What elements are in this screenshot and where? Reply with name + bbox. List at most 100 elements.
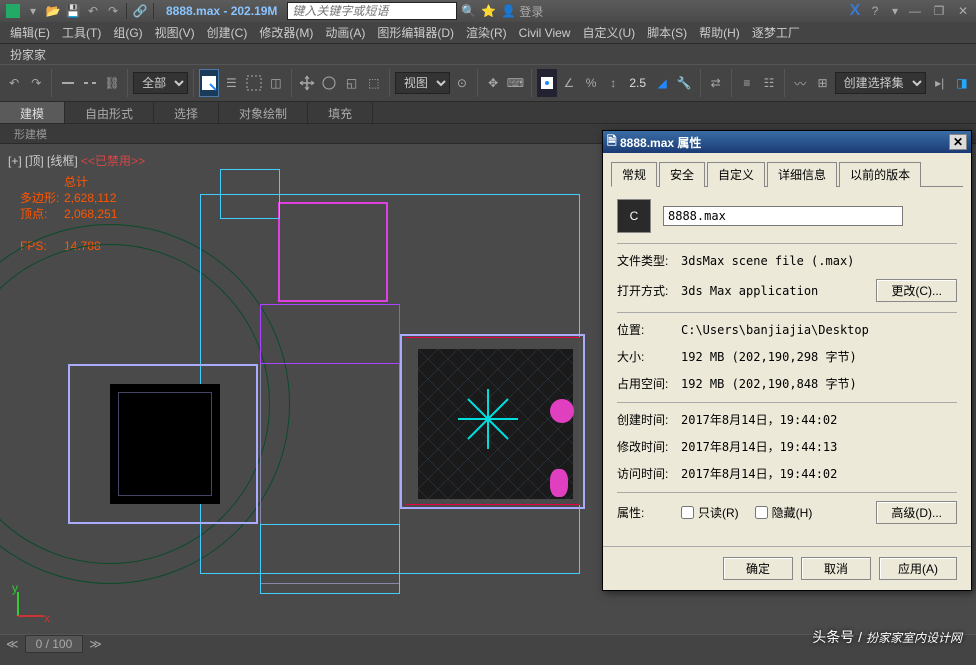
login-text[interactable]: 登录 bbox=[519, 3, 543, 20]
menu-custom[interactable]: 自定义(U) bbox=[576, 22, 641, 43]
dlg-tab-custom[interactable]: 自定义 bbox=[707, 162, 765, 187]
link-button[interactable] bbox=[57, 69, 77, 97]
hidden-checkbox[interactable]: 隐藏(H) bbox=[755, 504, 813, 521]
scale-button[interactable]: ◱ bbox=[341, 69, 361, 97]
dlg-tab-general[interactable]: 常规 bbox=[611, 162, 657, 187]
dialog-buttons: 确定 取消 应用(A) bbox=[603, 546, 971, 590]
filename-input[interactable] bbox=[663, 206, 903, 226]
dropdown-icon[interactable]: ▾ bbox=[886, 2, 904, 20]
move-button[interactable] bbox=[297, 69, 317, 97]
link-icon[interactable]: 🔗 bbox=[131, 2, 149, 20]
menu-group[interactable]: 组(G) bbox=[107, 22, 148, 43]
menu-create[interactable]: 创建(C) bbox=[201, 22, 254, 43]
menu-dream[interactable]: 逐梦工厂 bbox=[746, 22, 806, 43]
placement-button[interactable]: ⬚ bbox=[364, 69, 384, 97]
open-icon[interactable]: 📂 bbox=[44, 2, 62, 20]
tab-freeform[interactable]: 自由形式 bbox=[65, 102, 154, 123]
named-set-select[interactable]: 创建选择集 bbox=[835, 72, 926, 94]
menu-civil[interactable]: Civil View bbox=[513, 24, 577, 42]
properties-dialog: 🗎 8888.max 属性 ✕ 常规 安全 自定义 详细信息 以前的版本 C 文… bbox=[602, 130, 972, 591]
apply-button[interactable]: 应用(A) bbox=[879, 557, 957, 580]
menu-edit[interactable]: 编辑(E) bbox=[4, 22, 56, 43]
manipulate-button[interactable]: ✥ bbox=[483, 69, 503, 97]
menu-banjiajia[interactable]: 扮家家 bbox=[4, 44, 52, 65]
selection-filter[interactable]: 全部 bbox=[133, 72, 188, 94]
toolbar-end-icon[interactable]: ▸| bbox=[930, 69, 950, 97]
frame-display[interactable]: 0 / 100 bbox=[25, 635, 84, 653]
minimize-icon[interactable]: ― bbox=[906, 2, 924, 20]
window-title: 8888.max - 202.19M bbox=[166, 4, 277, 18]
location-value: C:\Users\banjiajia\Desktop bbox=[681, 323, 957, 337]
disk-value: 192 MB (202,190,848 字节) bbox=[681, 375, 957, 392]
edged-faces-button[interactable]: ◢ bbox=[652, 69, 672, 97]
align-button[interactable]: ≡ bbox=[737, 69, 757, 97]
redo-icon[interactable]: ↷ bbox=[104, 2, 122, 20]
dialog-titlebar[interactable]: 🗎 8888.max 属性 ✕ bbox=[603, 131, 971, 153]
menu-modifier[interactable]: 修改器(M) bbox=[253, 22, 319, 43]
bind-button[interactable]: ⛓ bbox=[102, 69, 122, 97]
snap-angle-button[interactable]: ∠ bbox=[559, 69, 579, 97]
menu-view[interactable]: 视图(V) bbox=[149, 22, 201, 43]
ok-button[interactable]: 确定 bbox=[723, 557, 793, 580]
undo-button[interactable]: ↶ bbox=[4, 69, 24, 97]
spinner-snap-button[interactable]: ↕ bbox=[603, 69, 623, 97]
help-icon[interactable]: ? bbox=[866, 2, 884, 20]
cancel-button[interactable]: 取消 bbox=[801, 557, 871, 580]
layer-button[interactable]: ☷ bbox=[759, 69, 779, 97]
window-crossing-button[interactable]: ◫ bbox=[266, 69, 286, 97]
change-button[interactable]: 更改(C)... bbox=[876, 279, 957, 302]
user-icon[interactable]: 👤 bbox=[499, 2, 517, 20]
undo-icon[interactable]: ↶ bbox=[84, 2, 102, 20]
favorite-icon[interactable]: ⭐ bbox=[479, 2, 497, 20]
menu-graph[interactable]: 图形编辑器(D) bbox=[371, 22, 460, 43]
schematic-button[interactable]: ⊞ bbox=[812, 69, 832, 97]
tab-modeling[interactable]: 建模 bbox=[0, 102, 65, 123]
snap-percent-button[interactable]: % bbox=[581, 69, 601, 97]
search-icon[interactable]: 🔍 bbox=[459, 2, 477, 20]
dlg-tab-details[interactable]: 详细信息 bbox=[767, 162, 837, 187]
unlink-button[interactable] bbox=[80, 69, 100, 97]
title-bar: ▾ 📂 💾 ↶ ↷ 🔗 8888.max - 202.19M 🔍 ⭐ 👤 登录 … bbox=[0, 0, 976, 22]
keyboard-button[interactable]: ⌨ bbox=[505, 69, 525, 97]
mirror-button[interactable]: ⇄ bbox=[706, 69, 726, 97]
advanced-button[interactable]: 高级(D)... bbox=[876, 501, 957, 524]
tab-select[interactable]: 选择 bbox=[154, 102, 219, 123]
rotate-button[interactable] bbox=[319, 69, 339, 97]
dialog-close-icon[interactable]: ✕ bbox=[949, 134, 967, 150]
ref-coord-select[interactable]: 视图 bbox=[395, 72, 450, 94]
menu-animation[interactable]: 动画(A) bbox=[319, 22, 371, 43]
created-value: 2017年8月14日，19:44:02 bbox=[681, 411, 957, 428]
menu-script[interactable]: 脚本(S) bbox=[641, 22, 693, 43]
subtab-polymodel[interactable]: 形建模 bbox=[4, 124, 57, 143]
viewport-drawing bbox=[60, 174, 600, 614]
search-input[interactable] bbox=[287, 2, 457, 20]
select-region-button[interactable] bbox=[244, 69, 264, 97]
save-icon[interactable]: 💾 bbox=[64, 2, 82, 20]
config-button[interactable]: 🔧 bbox=[674, 69, 694, 97]
redo-button[interactable]: ↷ bbox=[26, 69, 46, 97]
curve-editor-button[interactable]: 〰 bbox=[790, 69, 810, 97]
tab-objpaint[interactable]: 对象绘制 bbox=[219, 102, 308, 123]
pivot-button[interactable]: ⊙ bbox=[452, 69, 472, 97]
axis-gizmo[interactable]: y x bbox=[10, 584, 50, 624]
readonly-checkbox[interactable]: 只读(R) bbox=[681, 504, 739, 521]
menu-bar: 编辑(E) 工具(T) 组(G) 视图(V) 创建(C) 修改器(M) 动画(A… bbox=[0, 22, 976, 44]
select-name-button[interactable]: ☰ bbox=[221, 69, 241, 97]
prev-frame-icon[interactable]: ≪ bbox=[6, 637, 19, 651]
x-logo-icon[interactable]: X bbox=[846, 2, 864, 20]
new-icon[interactable]: ▾ bbox=[24, 2, 42, 20]
dlg-tab-prev[interactable]: 以前的版本 bbox=[839, 162, 921, 187]
next-frame-icon[interactable]: ≫ bbox=[89, 637, 102, 651]
close-icon[interactable]: ✕ bbox=[954, 2, 972, 20]
app-menu-icon[interactable] bbox=[4, 2, 22, 20]
restore-icon[interactable]: ❐ bbox=[930, 2, 948, 20]
dlg-tab-security[interactable]: 安全 bbox=[659, 162, 705, 187]
menu-tools[interactable]: 工具(T) bbox=[56, 22, 107, 43]
panel-toggle-icon[interactable]: ◨ bbox=[952, 69, 972, 97]
select-button[interactable] bbox=[199, 69, 219, 97]
viewport-label[interactable]: [+] [顶] [线框] <<已禁用>> bbox=[8, 152, 145, 169]
menu-help[interactable]: 帮助(H) bbox=[693, 22, 746, 43]
tab-fill[interactable]: 填充 bbox=[308, 102, 373, 123]
menu-render[interactable]: 渲染(R) bbox=[460, 22, 513, 43]
snap-2d-button[interactable] bbox=[537, 69, 557, 97]
